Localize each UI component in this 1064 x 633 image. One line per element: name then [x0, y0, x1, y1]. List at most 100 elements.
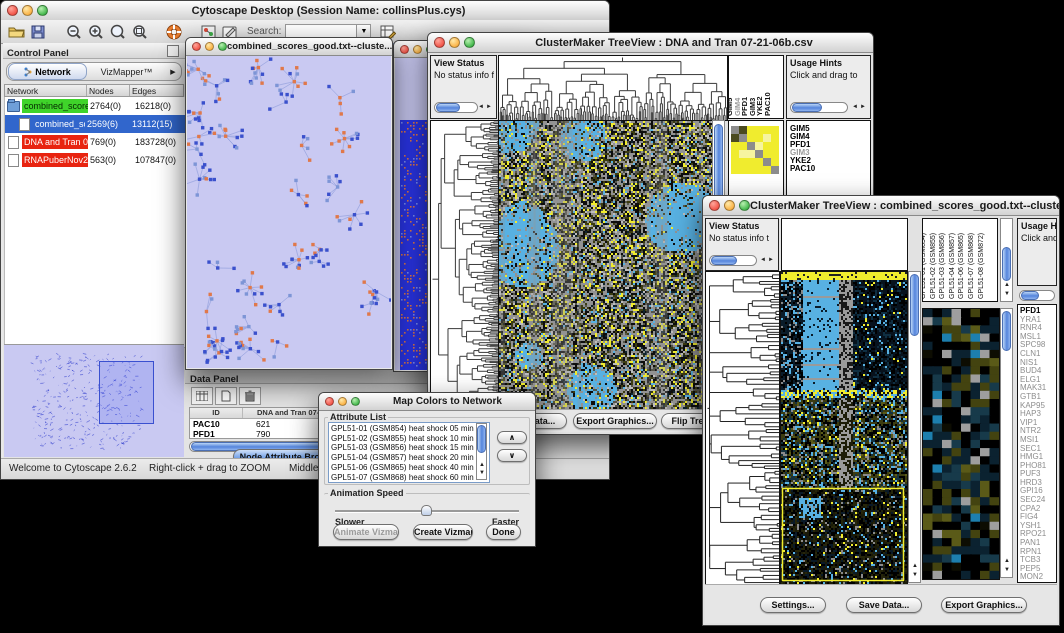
zoom-button[interactable]	[218, 42, 227, 51]
tv2-gene-dendrogram[interactable]	[705, 271, 780, 585]
tv2-global-heatmap[interactable]	[780, 271, 908, 585]
tab-overflow-button[interactable]: ▶	[165, 68, 181, 76]
network-name[interactable]: combined_sco	[33, 117, 85, 131]
scroll-up-arrow-icon[interactable]: ▲	[912, 563, 918, 570]
network-name[interactable]: DNA and Tran 07	[22, 135, 88, 149]
overview-canvas[interactable]	[4, 345, 184, 457]
matrix-cell[interactable]	[755, 142, 763, 150]
matrix-cell[interactable]	[739, 166, 747, 174]
zoom-out-icon[interactable]	[63, 22, 85, 42]
export-graphics-button[interactable]: Export Graphics...	[573, 413, 657, 429]
zoom-in-icon[interactable]	[85, 22, 107, 42]
animate-vizmap-button[interactable]: Animate Vizmap	[333, 524, 399, 540]
col-nodes[interactable]: Nodes	[87, 85, 130, 96]
tv2-zoom-vscrollbar[interactable]: ▲ ▼	[1000, 308, 1013, 578]
float-panel-icon[interactable]	[167, 45, 179, 57]
array-label[interactable]: GPL51-03 (GSM856)	[939, 233, 946, 299]
network-name[interactable]: combined_scores_	[22, 99, 88, 113]
move-attribute-down-button[interactable]: ∨	[497, 449, 527, 462]
close-button[interactable]	[709, 200, 720, 211]
matrix-cell[interactable]	[747, 166, 755, 174]
open-file-icon[interactable]	[5, 22, 27, 42]
array-label[interactable]: GPL51-01 (GSM854)	[922, 233, 927, 299]
col-edges[interactable]: Edges	[130, 85, 181, 96]
network-name[interactable]: RNAPuberNov2+!	[22, 153, 88, 167]
slider-thumb[interactable]	[421, 505, 432, 516]
scroll-left-arrow-icon[interactable]: ◄	[852, 104, 858, 111]
array-label[interactable]: GPL51-08 (GSM872)	[978, 233, 985, 299]
zoom-button[interactable]	[351, 397, 360, 406]
matrix-cell[interactable]	[763, 166, 771, 174]
tv2-zoom-heatmap[interactable]	[922, 308, 1000, 580]
matrix-cell[interactable]	[731, 126, 739, 134]
network-tree-row[interactable]: RNAPuberNov2+!563(0)107847(0)	[5, 151, 185, 169]
attribute-list-item[interactable]: GPL51-07 (GSM868) heat shock 60 min	[331, 473, 487, 483]
close-button[interactable]	[192, 42, 201, 51]
matrix-cell[interactable]	[731, 150, 739, 158]
matrix-cell[interactable]	[731, 142, 739, 150]
tv1-array-dendrogram[interactable]	[498, 55, 728, 121]
matrix-cell[interactable]	[747, 126, 755, 134]
network-canvas[interactable]	[187, 56, 391, 368]
treeview2-title-bar[interactable]: ClusterMaker TreeView : combined_scores_…	[703, 196, 1059, 216]
attribute-list-item[interactable]: GPL51-06 (GSM865) heat shock 40 min	[331, 463, 487, 473]
matrix-cell[interactable]	[739, 134, 747, 142]
matrix-cell[interactable]	[763, 158, 771, 166]
matrix-cell[interactable]	[763, 126, 771, 134]
scroll-down-arrow-icon[interactable]: ▼	[1004, 567, 1010, 574]
matrix-cell[interactable]	[755, 126, 763, 134]
treeview1-title-bar[interactable]: ClusterMaker TreeView : DNA and Tran 07-…	[428, 33, 873, 53]
attribute-list-item[interactable]: GPL51-04 (GSM857) heat shock 20 min	[331, 453, 487, 463]
col-network[interactable]: Network	[5, 85, 87, 96]
array-label[interactable]: GPL51-06 (GSM865)	[958, 233, 965, 299]
array-label[interactable]: PAC10	[763, 92, 772, 116]
scroll-down-arrow-icon[interactable]: ▼	[1004, 291, 1010, 298]
close-button[interactable]	[400, 45, 409, 54]
scroll-right-arrow-icon[interactable]: ►	[768, 257, 774, 264]
new-attribute-icon[interactable]	[215, 387, 237, 405]
zoom-button[interactable]	[37, 5, 48, 16]
matrix-cell[interactable]	[771, 158, 779, 166]
save-data-button[interactable]: Save Data...	[846, 597, 922, 613]
matrix-cell[interactable]	[747, 142, 755, 150]
matrix-cell[interactable]	[739, 158, 747, 166]
minimize-button[interactable]	[449, 37, 460, 48]
minimize-button[interactable]	[22, 5, 33, 16]
tab-vizmapper[interactable]: VizMapper™	[88, 67, 165, 77]
dialog-title-bar[interactable]: Map Colors to Network	[319, 393, 535, 411]
matrix-cell[interactable]	[747, 158, 755, 166]
tv1-heatmap[interactable]	[498, 120, 713, 411]
matrix-cell[interactable]	[755, 134, 763, 142]
matrix-cell[interactable]	[731, 166, 739, 174]
minimize-button[interactable]	[413, 45, 422, 54]
attribute-list-item[interactable]: GPL51-02 (GSM855) heat shock 10 min	[331, 434, 487, 444]
gene-label[interactable]: MON2	[1020, 573, 1046, 582]
attribute-listbox[interactable]: GPL51-01 (GSM854) heat shock 05 minGPL51…	[328, 422, 490, 483]
array-label[interactable]: GPL51-02 (GSM855)	[930, 233, 937, 299]
tv2-hints-hscrollbar[interactable]	[1019, 290, 1055, 301]
matrix-cell[interactable]	[771, 150, 779, 158]
network-tree-row[interactable]: combined_scores_2764(0)16218(0)	[5, 97, 185, 115]
tv1-zoom-matrix[interactable]	[731, 126, 779, 174]
network-tree-row[interactable]: combined_sco2569(6)13112(15)	[5, 115, 185, 133]
scroll-right-arrow-icon[interactable]: ►	[860, 104, 866, 111]
zoom-button[interactable]	[739, 200, 750, 211]
matrix-cell[interactable]	[755, 158, 763, 166]
matrix-cell[interactable]	[763, 142, 771, 150]
close-button[interactable]	[434, 37, 445, 48]
matrix-cell[interactable]	[731, 158, 739, 166]
matrix-cell[interactable]	[763, 134, 771, 142]
minimize-button[interactable]	[205, 42, 214, 51]
array-label[interactable]: GPL51-07 (GSM868)	[968, 233, 975, 299]
animation-speed-slider[interactable]	[335, 505, 519, 517]
matrix-cell[interactable]	[755, 166, 763, 174]
data-col-id[interactable]: ID	[190, 408, 243, 418]
matrix-cell[interactable]	[739, 126, 747, 134]
tv2-labels-vscrollbar[interactable]: ▲ ▼	[1000, 218, 1013, 302]
matrix-cell[interactable]	[771, 126, 779, 134]
gene-label[interactable]: PAC10	[790, 165, 815, 173]
save-icon[interactable]	[27, 22, 49, 42]
tv1-gene-dendrogram[interactable]	[430, 120, 500, 411]
array-label[interactable]: GPL51-04 (GSM857)	[949, 233, 956, 299]
matrix-cell[interactable]	[763, 150, 771, 158]
